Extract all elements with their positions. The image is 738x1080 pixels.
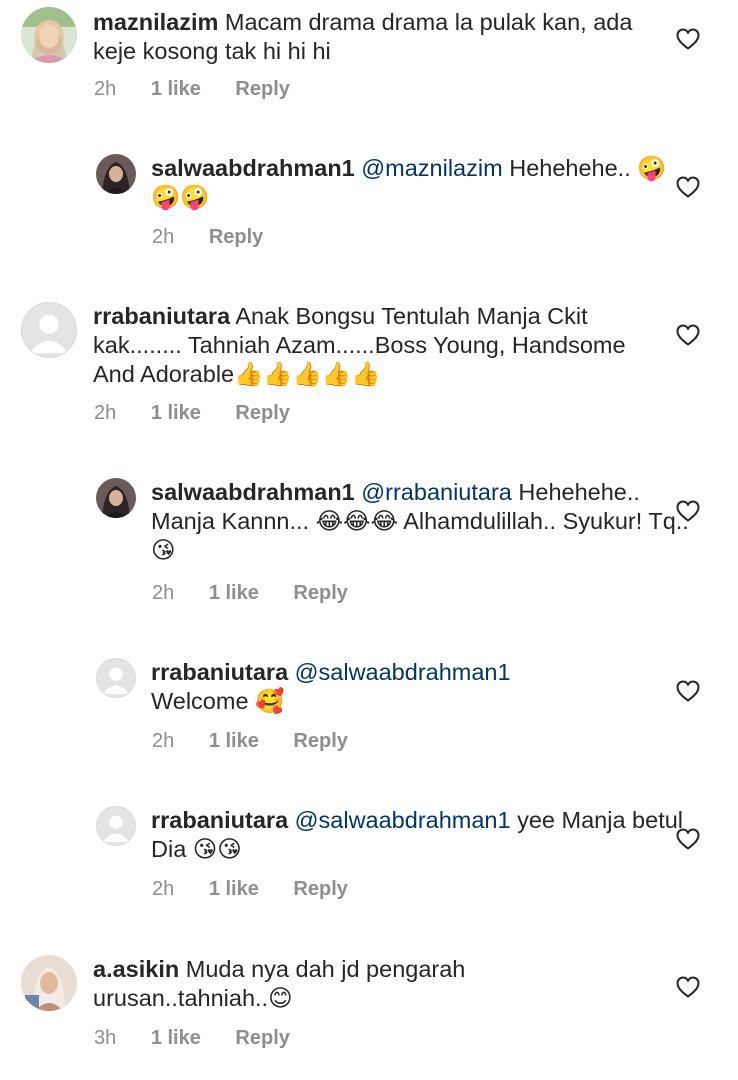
comment-username[interactable]: rrabaniutara (151, 807, 288, 833)
comment-text: rrabaniutara @salwaabdrahman1 Welcome 🥰 (151, 658, 691, 716)
heart-outline-icon[interactable] (676, 176, 700, 198)
comment-text: rrabaniutara @salwaabdrahman1 yee Manja … (151, 806, 691, 864)
comment-username[interactable]: rrabaniutara (93, 303, 230, 329)
comment-meta: 2h 1 like Reply (152, 582, 377, 605)
comment-time: 2h (152, 226, 175, 248)
comment-time: 3h (94, 1027, 117, 1049)
comment-meta: 2h 1 like Reply (152, 878, 377, 901)
default-avatar-icon[interactable] (96, 658, 136, 698)
avatar[interactable] (96, 478, 136, 518)
default-avatar-icon[interactable] (21, 302, 77, 358)
comment-likes[interactable]: 1 like (151, 1027, 201, 1050)
comment-time: 2h (94, 78, 117, 100)
comment-text: a.asikin Muda nya dah jd pengarah urusan… (93, 955, 633, 1013)
comment-likes[interactable]: 1 like (209, 878, 259, 901)
avatar[interactable] (96, 154, 136, 194)
comment-username[interactable]: salwaabdrahman1 (151, 479, 355, 505)
heart-outline-icon[interactable] (676, 680, 700, 702)
avatar[interactable] (21, 955, 77, 1011)
comment-meta: 3h 1 like Reply (94, 1027, 319, 1050)
comment-meta: 2h 1 like Reply (94, 78, 319, 101)
reply-button[interactable]: Reply (235, 402, 289, 425)
avatar-photo-icon (96, 478, 136, 518)
comment-time: 2h (152, 878, 175, 900)
heart-outline-icon[interactable] (676, 28, 700, 50)
comment-username[interactable]: rrabaniutara (151, 659, 288, 685)
comment-mention[interactable]: @maznilazim (361, 155, 502, 181)
avatar-photo-icon (96, 154, 136, 194)
comment-text: salwaabdrahman1 @maznilazim Hehehehe.. 🤪… (151, 154, 691, 212)
heart-outline-icon[interactable] (676, 500, 700, 522)
avatar[interactable] (21, 7, 77, 63)
comment-time: 2h (152, 582, 175, 604)
reply-button[interactable]: Reply (293, 878, 347, 901)
heart-outline-icon[interactable] (676, 828, 700, 850)
comment-username[interactable]: maznilazim (93, 9, 218, 35)
comment-username[interactable]: salwaabdrahman1 (151, 155, 355, 181)
avatar-photo-icon (21, 7, 77, 63)
comment-mention[interactable]: @rrabaniutara (361, 479, 512, 505)
reply-button[interactable]: Reply (209, 226, 263, 249)
comment-mention[interactable]: @salwaabdrahman1 (295, 659, 511, 685)
comment-text: salwaabdrahman1 @rrabaniutara Hehehehe..… (151, 478, 691, 565)
comment-likes[interactable]: 1 like (209, 730, 259, 753)
comment-meta: 2h Reply (152, 226, 292, 249)
avatar-photo-icon (21, 955, 77, 1011)
comment-time: 2h (152, 730, 175, 752)
heart-outline-icon[interactable] (676, 976, 700, 998)
comment-likes[interactable]: 1 like (151, 78, 201, 101)
comment-mention[interactable]: @salwaabdrahman1 (295, 807, 511, 833)
comment-time: 2h (94, 402, 117, 424)
comment-text: rrabaniutara Anak Bongsu Tentulah Manja … (93, 302, 633, 389)
comment-body: Welcome 🥰 (151, 688, 285, 714)
heart-outline-icon[interactable] (676, 324, 700, 346)
comment-meta: 2h 1 like Reply (152, 730, 377, 753)
comment-likes[interactable]: 1 like (151, 402, 201, 425)
reply-button[interactable]: Reply (235, 78, 289, 101)
default-avatar-icon[interactable] (96, 806, 136, 846)
comment-likes[interactable]: 1 like (209, 582, 259, 605)
reply-button[interactable]: Reply (293, 582, 347, 605)
comment-meta: 2h 1 like Reply (94, 402, 319, 425)
reply-button[interactable]: Reply (235, 1027, 289, 1050)
reply-button[interactable]: Reply (293, 730, 347, 753)
comment-text: maznilazim Macam drama drama la pulak ka… (93, 8, 633, 66)
comment-username[interactable]: a.asikin (93, 956, 179, 982)
